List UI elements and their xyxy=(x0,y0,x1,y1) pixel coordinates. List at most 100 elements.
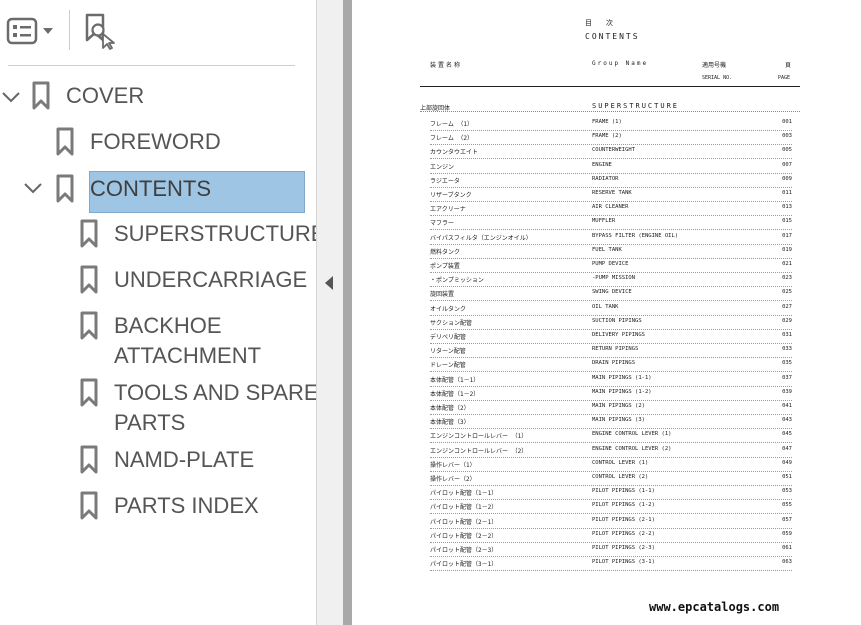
bookmark-label[interactable]: PARTS INDEX xyxy=(114,491,259,521)
bookmark-superstructure[interactable]: SUPERSTRUCTURE xyxy=(0,218,325,250)
bookmark-icon xyxy=(80,265,98,294)
bookmark-label[interactable]: FOREWORD xyxy=(90,127,221,157)
toc-row-page: 035 xyxy=(782,360,792,367)
bookmark-label[interactable]: SUPERSTRUCTURE xyxy=(114,219,325,249)
header-page-jp: 頁 xyxy=(785,62,792,69)
toc-row-name-jp: パイロット配管（2－1） xyxy=(430,518,498,526)
toc-row-name-jp: 燃料タンク xyxy=(430,248,461,256)
toc-row[interactable]: エアクリーナ AIR CLEANER 013 xyxy=(430,201,792,217)
header-serial-no: SERIAL NO. xyxy=(702,75,733,81)
toc-row[interactable]: パイロット配管（2－2） PILOT PIPINGS (2-2) 059 xyxy=(430,528,792,543)
bookmark-label[interactable]: BACKHOE xyxy=(114,311,222,341)
bookmark-cover[interactable]: COVER xyxy=(0,80,300,112)
toc-row-group-name: AIR CLEANER xyxy=(592,204,629,211)
toc-row[interactable]: 本体配管（3） MAIN PIPINGS (3) 043 xyxy=(430,414,792,430)
toc-row-name-jp: パイロット配管（2－3） xyxy=(430,547,498,554)
toc-row[interactable]: ドレーン配管 DRAIN PIPINGS 035 xyxy=(430,357,792,373)
toc-row-page: 055 xyxy=(782,502,792,509)
options-menu-button[interactable] xyxy=(6,14,58,48)
toc-row[interactable]: デリベリ配管 DELIVERY PIPINGS 031 xyxy=(430,329,792,344)
toc-row-page: 049 xyxy=(782,459,792,466)
bookmark-parts-index[interactable]: PARTS INDEX xyxy=(0,490,310,522)
toc-row[interactable]: ポンプ装置 PUMP DEVICE 021 xyxy=(430,258,792,273)
header-group-name: Group Name xyxy=(592,60,649,67)
toc-row[interactable]: フレーム （2） FRAME (2) 003 xyxy=(430,130,792,146)
toc-row-group-name: OIL TANK xyxy=(592,303,619,310)
toc-row-name-jp: 本体配管（3） xyxy=(430,419,470,427)
bookmark-label[interactable]: TOOLS AND SPARE xyxy=(114,378,319,408)
toc-row-group-name: ENGINE xyxy=(592,161,612,168)
toc-row[interactable]: バイパスフィルタ（エンジンオイル） BYPASS FILTER (ENGINE O… xyxy=(430,230,792,245)
panel-splitter[interactable] xyxy=(316,0,344,625)
toc-row-page: 037 xyxy=(782,374,792,381)
toc-row[interactable]: 燃料タンク FUEL TANK 019 xyxy=(430,244,792,259)
toc-row[interactable]: リターン配管 RETURN PIPINGS 033 xyxy=(430,343,792,359)
bookmark-tools-and-spare-parts[interactable]: TOOLS AND SPARE PARTS xyxy=(0,377,319,439)
toc-row-name-jp: パイロット配管（2－2） xyxy=(430,532,498,540)
toc-row[interactable]: サクション配管 SUCTION PIPINGS 029 xyxy=(430,315,792,330)
bookmark-label[interactable]: NAMD-PLATE xyxy=(114,445,254,475)
bookmark-label-line2[interactable]: PARTS xyxy=(114,408,185,438)
bookmark-label[interactable]: UNDERCARRIAGE xyxy=(114,265,307,295)
bookmark-foreword[interactable]: FOREWORD xyxy=(0,126,300,158)
chevron-down-icon[interactable] xyxy=(22,177,44,199)
bookmark-undercarriage[interactable]: UNDERCARRIAGE xyxy=(0,264,310,296)
toc-row-name-jp: ラジエータ xyxy=(430,177,460,185)
toc-row[interactable]: リザーブタンク RESERVE TANK 011 xyxy=(430,187,792,202)
toc-row[interactable]: パイロット配管（1－1） PILOT PIPINGS (1-1) 053 xyxy=(430,485,792,501)
toc-row[interactable]: 操作レバー（2） CONTROL LEVER (2) 051 xyxy=(430,471,792,486)
toc-row[interactable]: マフラー MUFFLER 015 xyxy=(430,215,792,231)
toc-row-group-name: PILOT PIPINGS (1-1) xyxy=(592,488,655,495)
toc-row[interactable]: パイロット配管（3－1） PILOT PIPINGS (3-1) 063 xyxy=(430,556,792,572)
toc-row[interactable]: パイロット配管（2－1） PILOT PIPINGS (2-1) 057 xyxy=(430,514,792,529)
toc-row[interactable]: パイロット配管（2－3） PILOT PIPINGS (2-3) 061 xyxy=(430,542,792,557)
chevron-down-icon[interactable] xyxy=(0,86,22,108)
toc-row-name-jp: エンジン xyxy=(430,163,455,171)
bookmark-icon xyxy=(32,81,50,110)
bookmark-namd-plate[interactable]: NAMD-PLATE xyxy=(0,444,310,476)
toc-row-name-jp: ドレーン配管 xyxy=(430,362,466,370)
toc-row[interactable]: オイルタンク OIL TANK 027 xyxy=(430,301,792,316)
toc-row-group-name: MAIN PIPINGS (1-1) xyxy=(592,374,652,381)
toc-row-group-name: FRAME (2) xyxy=(592,133,622,140)
toc-row[interactable]: エンジン ENGINE 007 xyxy=(430,159,792,174)
toc-row-name-jp: マフラー xyxy=(430,220,455,228)
toc-row-page: 061 xyxy=(782,545,792,551)
panel-divider xyxy=(8,65,295,66)
toc-row-page: 027 xyxy=(782,303,792,310)
toc-row[interactable]: 旋回装置 SWING DEVICE 025 xyxy=(430,286,792,302)
find-bookmark-button[interactable] xyxy=(83,12,119,50)
toc-row-group-name: RETURN PIPINGS xyxy=(592,346,639,353)
toc-row-page: 053 xyxy=(782,488,792,495)
toc-row[interactable]: 本体配管（1－1） MAIN PIPINGS (1-1) 037 xyxy=(430,372,792,387)
toc-row[interactable]: ・ポンプミッション -PUMP MISSION 023 xyxy=(430,272,792,288)
header-name-jp: 装置名称 xyxy=(430,62,463,69)
toc-row[interactable]: 操作レバー（1） CONTROL LEVER (1) 049 xyxy=(430,457,792,472)
toc-row[interactable]: ラジエータ RADIATOR 009 xyxy=(430,173,792,188)
toc-row[interactable]: エンジンコントロールレバー （2） ENGINE CONTROL LEVER (2… xyxy=(430,443,792,458)
bookmark-contents[interactable]: CONTENTS xyxy=(0,171,310,213)
bookmark-label-selected[interactable]: CONTENTS xyxy=(89,171,305,213)
toc-row-page: 015 xyxy=(782,218,792,225)
toc-row[interactable]: パイロット配管（1－2） PILOT PIPINGS (1-2) 055 xyxy=(430,499,792,515)
bookmark-label-line2[interactable]: ATTACHMENT xyxy=(114,341,261,371)
toc-row-group-name: PUMP DEVICE xyxy=(592,261,629,267)
toc-row[interactable]: エンジンコントロールレバー （1） ENGINE CONTROL LEVER (1… xyxy=(430,428,792,444)
toc-row-group-name: MAIN PIPINGS (2) xyxy=(592,403,645,409)
toc-row[interactable]: フレーム （1） FRAME (1) 001 xyxy=(430,116,792,131)
toc-row-group-name: ENGINE CONTROL LEVER (2) xyxy=(592,445,672,452)
bookmark-backhoe-attachment[interactable]: BACKHOE ATTACHMENT xyxy=(0,310,310,372)
bookmark-label[interactable]: COVER xyxy=(66,81,144,111)
toc-row-page: 031 xyxy=(782,332,792,338)
toc-row[interactable]: 本体配管（2） MAIN PIPINGS (2) 041 xyxy=(430,400,792,415)
toc-row-name-jp: 旋回装置 xyxy=(430,291,455,299)
collapse-panel-icon[interactable] xyxy=(322,274,336,292)
toc-row-group-name: ENGINE CONTROL LEVER (1) xyxy=(592,431,672,438)
toc-row[interactable]: カウンタウエイト COUNTERWEIGHT 005 xyxy=(430,144,792,160)
toc-row-name-jp: オイルタンク xyxy=(430,305,467,313)
bookmark-icon xyxy=(80,378,98,407)
toc-row-group-name: CONTROL LEVER (2) xyxy=(592,474,649,480)
toc-row-group-name: MUFFLER xyxy=(592,218,616,225)
toc-row-group-name: SWING DEVICE xyxy=(592,289,632,296)
toc-row[interactable]: 本体配管（1－2） MAIN PIPINGS (1-2) 039 xyxy=(430,386,792,401)
